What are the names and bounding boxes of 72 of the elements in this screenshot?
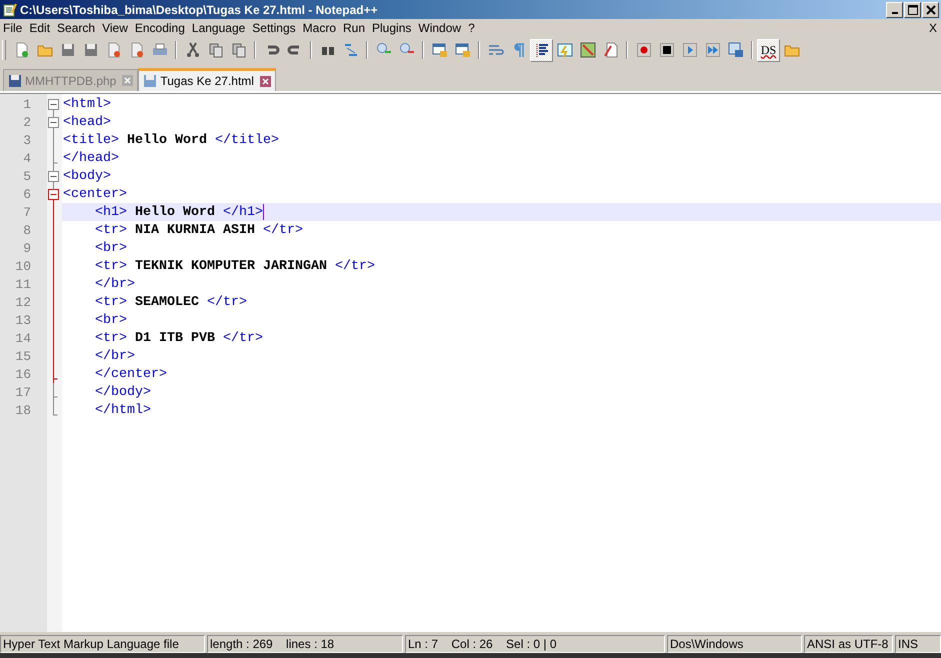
code-line: <tr> SEAMOLEC </tr> bbox=[95, 294, 247, 310]
code-line: </body> bbox=[95, 384, 151, 400]
indent-guide-icon[interactable] bbox=[530, 38, 553, 62]
menu-item[interactable]: ? bbox=[468, 21, 480, 35]
status-field: Dos\Windows bbox=[667, 635, 802, 653]
notepad-icon bbox=[3, 2, 17, 16]
status-field: Ln : 7 Col : 26 Sel : 0 | 0 bbox=[405, 635, 665, 653]
file-tab[interactable]: Tugas Ke 27.html bbox=[138, 68, 276, 91]
line-number: 2 bbox=[22, 114, 31, 130]
minimize-button[interactable] bbox=[886, 2, 903, 18]
menu-item[interactable]: Language bbox=[192, 21, 250, 35]
line-number: 1 bbox=[22, 96, 31, 112]
code-line: </html> bbox=[95, 402, 151, 418]
text-caret bbox=[262, 204, 264, 220]
spell-check-button[interactable]: DS bbox=[757, 38, 780, 62]
line-number: 10 bbox=[14, 258, 31, 274]
line-number: 3 bbox=[22, 132, 31, 148]
line-number: 6 bbox=[22, 186, 31, 202]
fold-toggle-icon[interactable] bbox=[48, 185, 59, 203]
line-number: 8 bbox=[22, 222, 31, 238]
code-line: <html> bbox=[63, 96, 111, 112]
code-line: <h1> Hello Word </h1> bbox=[95, 204, 263, 220]
close-document-button[interactable]: X bbox=[928, 21, 941, 35]
code-line: <tr> D1 ITB PVB </tr> bbox=[95, 330, 263, 346]
status-field: INS bbox=[895, 635, 941, 653]
maximize-button[interactable] bbox=[904, 2, 921, 18]
code-line: <br> bbox=[95, 240, 127, 256]
line-number: 4 bbox=[22, 150, 31, 166]
line-number: 13 bbox=[14, 312, 31, 328]
status-field: Hyper Text Markup Language file bbox=[0, 635, 205, 653]
line-number: 5 bbox=[22, 168, 31, 184]
code-line: </center> bbox=[95, 366, 167, 382]
menu-item[interactable]: Search bbox=[57, 21, 100, 35]
line-number: 14 bbox=[14, 330, 31, 346]
code-line: <br> bbox=[95, 312, 127, 328]
line-number: 12 bbox=[14, 294, 31, 310]
close-button[interactable] bbox=[922, 2, 939, 18]
fold-toggle-icon[interactable] bbox=[48, 113, 59, 131]
menu-item[interactable]: Encoding bbox=[134, 21, 190, 35]
line-number: 15 bbox=[14, 348, 31, 364]
line-number: 7 bbox=[22, 204, 31, 220]
menu-item[interactable]: Settings bbox=[252, 21, 301, 35]
minimize-icon bbox=[892, 12, 898, 14]
line-number: 9 bbox=[22, 240, 31, 256]
menu-item[interactable]: Macro bbox=[302, 21, 341, 35]
status-field: ANSI as UTF-8 bbox=[804, 635, 893, 653]
status-field: length : 269 lines : 18 bbox=[207, 635, 403, 653]
code-line: </br> bbox=[95, 348, 135, 364]
code-line: </head> bbox=[63, 150, 119, 166]
code-line: <head> bbox=[63, 114, 111, 130]
code-line: </br> bbox=[95, 276, 135, 292]
line-number: 11 bbox=[14, 276, 31, 292]
close-tab-icon[interactable] bbox=[122, 75, 134, 86]
code-line: <tr> TEKNIK KOMPUTER JARINGAN </tr> bbox=[95, 258, 375, 274]
menu-item[interactable]: View bbox=[102, 21, 133, 35]
menu-item[interactable]: Edit bbox=[29, 21, 56, 35]
menu-item[interactable]: File bbox=[3, 21, 28, 35]
menu-item[interactable]: Window bbox=[418, 21, 466, 35]
window-title: C:\Users\Toshiba_bima\Desktop\Tugas Ke 27.html - Notepad++ bbox=[20, 2, 378, 16]
line-number: 16 bbox=[14, 366, 31, 382]
close-icon bbox=[924, 4, 936, 16]
maximize-icon bbox=[906, 4, 918, 16]
line-number: 17 bbox=[14, 384, 31, 400]
code-line: <tr> NIA KURNIA ASIH </tr> bbox=[95, 222, 303, 238]
code-line: <body> bbox=[63, 168, 111, 184]
fold-toggle-icon[interactable] bbox=[48, 167, 59, 185]
line-number: 18 bbox=[14, 402, 31, 418]
close-tab-icon[interactable] bbox=[260, 76, 271, 86]
menu-item[interactable]: Run bbox=[343, 21, 370, 35]
code-line: <center> bbox=[63, 186, 127, 202]
code-line: <title> Hello Word </title> bbox=[63, 132, 279, 148]
menu-item[interactable]: Plugins bbox=[372, 21, 416, 35]
